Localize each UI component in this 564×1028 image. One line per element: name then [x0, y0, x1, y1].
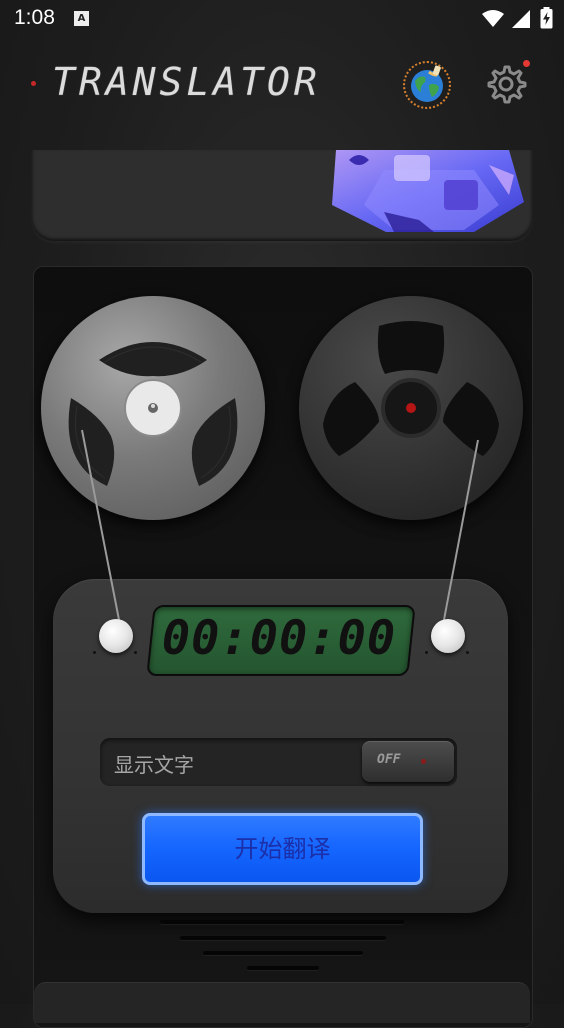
speaker-vent: [180, 936, 386, 940]
speaker-vent: [247, 966, 319, 970]
knob-tick: [93, 651, 96, 654]
toggle-state-label: OFF: [377, 752, 401, 767]
speaker-vent: [160, 920, 404, 924]
knob-tick: [466, 651, 469, 654]
left-tape-guide-knob: [99, 619, 133, 653]
start-translate-label[interactable]: 开始翻译: [142, 813, 423, 885]
show-text-toggle[interactable]: [362, 741, 454, 782]
show-text-label: 显示文字: [114, 753, 194, 777]
right-tape-guide-knob: [431, 619, 465, 653]
bottom-card: [34, 982, 530, 1023]
toggle-led-indicator: [421, 759, 426, 764]
timer-readout: 00:00:00: [161, 611, 397, 666]
speaker-vent: [203, 951, 363, 955]
knob-tick: [134, 651, 137, 654]
knob-tick: [425, 651, 428, 654]
